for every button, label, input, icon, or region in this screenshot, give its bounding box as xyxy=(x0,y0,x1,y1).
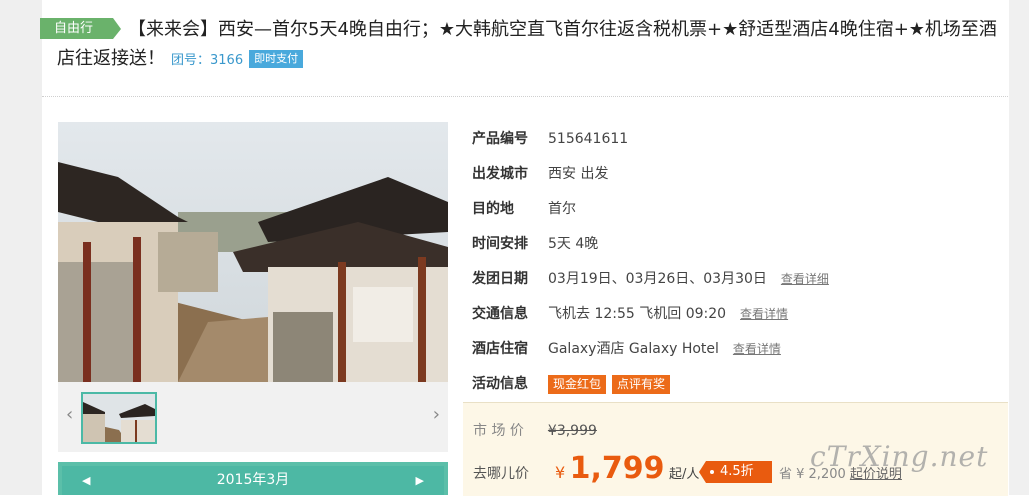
info-value: 首尔 xyxy=(548,201,576,217)
view-transport-link[interactable]: 查看详情 xyxy=(740,307,788,321)
info-label: 发团日期 xyxy=(472,271,528,287)
watermark: cTrXing.net xyxy=(810,440,989,473)
market-price-label: 市 场 价 xyxy=(473,423,524,439)
tour-number: 团号：3166 xyxy=(171,53,244,68)
info-value: 515641611 xyxy=(548,131,629,147)
info-row-hotel: 酒店住宿 Galaxy酒店 Galaxy Hotel 查看详情 xyxy=(472,336,992,371)
discount-text: 4.5折 xyxy=(720,464,754,479)
hanok-thumbnail xyxy=(83,394,155,442)
info-row-product-no: 产品编号 515641611 xyxy=(472,126,992,161)
discount-badge: 4.5折 xyxy=(699,461,772,483)
info-label: 酒店住宿 xyxy=(472,341,528,357)
instant-pay-badge: 即时支付 xyxy=(249,50,304,68)
bullet-dot-icon xyxy=(710,470,714,474)
info-row-transport: 交通信息 飞机去 12:55 飞机回 09:20 查看详情 xyxy=(472,301,992,336)
product-title: 【来来会】西安—首尔5天4晚自由行；★大韩航空直飞首尔往返含税机票+★舒适型酒店… xyxy=(57,15,1007,75)
info-row-departure-dates: 发团日期 03月19日、03月26日、03月30日 查看详细 xyxy=(472,266,992,301)
qunar-price-label: 去哪儿价 xyxy=(473,466,529,482)
main-photo[interactable] xyxy=(58,122,448,382)
info-label: 出发城市 xyxy=(472,166,528,182)
chevron-left-icon[interactable]: ‹ xyxy=(66,404,73,425)
calendar-header: ◀ 2015年3月 ▶ xyxy=(58,462,448,495)
scrollbar-track[interactable] xyxy=(1009,0,1029,495)
info-label: 产品编号 xyxy=(472,131,528,147)
left-margin xyxy=(0,0,42,495)
info-label: 目的地 xyxy=(472,201,514,217)
info-row-destination: 目的地 首尔 xyxy=(472,196,992,231)
info-row-schedule: 时间安排 5天 4晚 xyxy=(472,231,992,266)
chevron-right-icon[interactable]: › xyxy=(433,404,440,425)
calendar-month-bar: ◀ 2015年3月 ▶ xyxy=(62,466,444,495)
info-label: 交通信息 xyxy=(472,306,528,322)
calendar-prev-icon[interactable]: ◀ xyxy=(82,466,90,495)
product-info: 产品编号 515641611 出发城市 西安 出发 目的地 首尔 时间安排 5天 4晚 … xyxy=(472,126,992,406)
market-price-row: 市 场 价 ¥3,999 xyxy=(473,420,597,440)
qunar-price-row: 去哪儿价 ¥ 1,799 起/人 xyxy=(473,451,699,486)
info-row-activities: 活动信息 现金红包 点评有奖 xyxy=(472,371,992,406)
sale-price: 1,799 xyxy=(569,451,665,486)
info-value: 飞机去 12:55 飞机回 09:20 xyxy=(548,306,727,322)
info-label: 活动信息 xyxy=(472,376,528,392)
info-value: 5天 4晚 xyxy=(548,236,599,252)
calendar-next-icon[interactable]: ▶ xyxy=(416,466,424,495)
cash-bonus-badge[interactable]: 现金红包 xyxy=(548,375,607,394)
price-unit: 起/人 xyxy=(669,467,700,482)
info-value: 03月19日、03月26日、03月30日 xyxy=(548,271,767,287)
market-price: ¥3,999 xyxy=(547,423,597,439)
header-divider xyxy=(42,96,1008,97)
review-reward-badge[interactable]: 点评有奖 xyxy=(612,375,671,394)
calendar-month: 2015年3月 xyxy=(216,472,290,488)
currency-symbol: ¥ xyxy=(555,463,566,482)
thumbnail-strip: ‹ › xyxy=(58,382,448,452)
info-row-departure-city: 出发城市 西安 出发 xyxy=(472,161,992,196)
info-label: 时间安排 xyxy=(472,236,528,252)
thumbnail-image[interactable] xyxy=(81,392,157,444)
hanok-village-image xyxy=(58,122,448,382)
view-hotel-link[interactable]: 查看详情 xyxy=(733,342,781,356)
info-value: 西安 出发 xyxy=(548,166,609,182)
info-value: Galaxy酒店 Galaxy Hotel xyxy=(548,341,719,357)
view-dates-link[interactable]: 查看详细 xyxy=(781,272,829,286)
